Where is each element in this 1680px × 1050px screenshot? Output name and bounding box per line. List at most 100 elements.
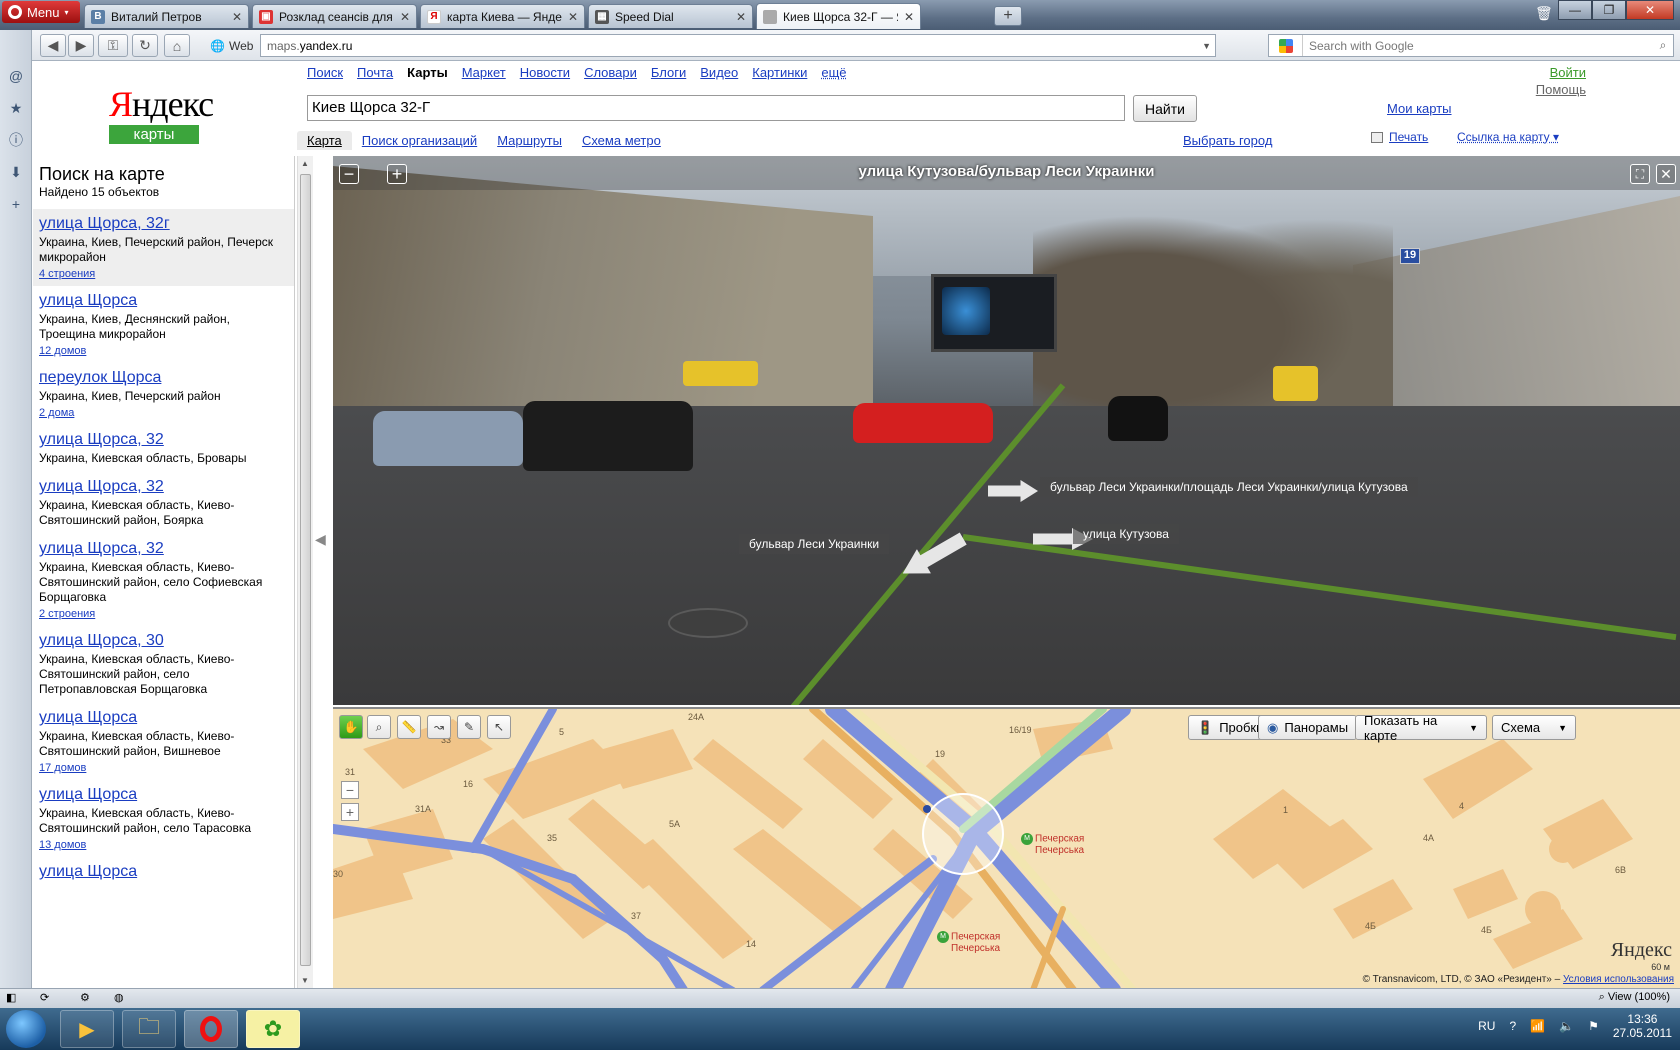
zoom-in-icon[interactable]: + — [341, 803, 359, 821]
zoom-out-icon[interactable]: − — [341, 781, 359, 799]
sync-icon[interactable]: ⟳ — [40, 991, 49, 1004]
service-market[interactable]: Маркет — [462, 65, 506, 80]
magnifier-tool-icon[interactable]: ⌕ — [367, 715, 391, 739]
results-scrollbar[interactable]: ▲ ▼ — [297, 156, 313, 988]
service-dictionaries[interactable]: Словари — [584, 65, 637, 80]
result-item[interactable]: улица Щорса — [33, 857, 294, 887]
close-tab-icon[interactable]: ✕ — [232, 10, 242, 24]
minimize-button[interactable]: — — [1558, 0, 1592, 20]
service-news[interactable]: Новости — [520, 65, 570, 80]
direction-label[interactable]: бульвар Леси Украинки/площадь Леси Украи… — [1040, 477, 1418, 497]
choose-city-link[interactable]: Выбрать город — [1183, 133, 1272, 148]
media-player-icon[interactable]: ▶ — [60, 1010, 114, 1048]
direction-label[interactable]: улица Кутузова — [1073, 524, 1179, 544]
find-button[interactable]: Найти — [1133, 95, 1197, 122]
result-item[interactable]: улица Щорса, 32г Украина, Киев, Печерски… — [33, 209, 294, 286]
forward-button[interactable]: ▶ — [68, 34, 94, 57]
service-search[interactable]: Поиск — [307, 65, 343, 80]
opera-menu-button[interactable]: Menu ▾ — [2, 1, 80, 23]
browser-tab[interactable]: В Виталий Петров ✕ — [84, 4, 249, 28]
clock[interactable]: 13:36 27.05.2011 — [1613, 1012, 1672, 1040]
close-tab-icon[interactable]: ✕ — [904, 10, 914, 24]
address-field[interactable]: maps. yandex.ru ▼ — [260, 34, 1216, 57]
result-item[interactable]: улица Щорса Украина, Киев, Деснянский ра… — [33, 286, 294, 363]
ruler-tool-icon[interactable]: 📏 — [397, 715, 421, 739]
search-icon[interactable]: ⌕ — [1653, 38, 1673, 53]
info-icon[interactable]: ⓘ — [8, 132, 24, 148]
google-engine-selector[interactable] — [1269, 35, 1303, 56]
address-dropdown-icon[interactable]: ▼ — [1202, 41, 1211, 51]
zoom-level[interactable]: ⌕ View (100%) — [1599, 991, 1670, 1004]
direction-label[interactable]: бульвар Леси Украинки — [739, 534, 890, 554]
map-type-dropdown[interactable]: Схема ▼ — [1492, 715, 1576, 740]
downloads-icon[interactable]: ⬇ — [8, 164, 24, 180]
result-item[interactable]: улица Щорса, 32 Украина, Киевская област… — [33, 425, 294, 472]
site-info-button[interactable]: 🌐 Web — [210, 34, 262, 57]
street-panorama[interactable]: 19 улица Кутузова/бульвар Леси Украинки … — [333, 156, 1680, 705]
panel-toggle-icon[interactable]: ◧ — [6, 991, 16, 1004]
help-icon[interactable]: ? — [1509, 1019, 1516, 1033]
back-button[interactable]: ◀ — [40, 34, 66, 57]
tab-map[interactable]: Карта — [297, 131, 352, 150]
metro-station[interactable]: M Печерская Печерська — [1021, 833, 1084, 856]
key-icon[interactable]: ⚿ — [98, 34, 128, 57]
turbo-icon[interactable]: ◍ — [114, 991, 124, 1004]
search-field[interactable]: Search with Google ⌕ — [1268, 34, 1674, 57]
unite-icon[interactable]: ⚙ — [80, 991, 90, 1004]
close-window-button[interactable]: ✕ — [1626, 0, 1674, 20]
zoom-in-icon[interactable]: + — [387, 164, 407, 184]
scroll-down-icon[interactable]: ▼ — [301, 976, 309, 985]
route-tool-icon[interactable]: ↝ — [427, 715, 451, 739]
label-tool-icon[interactable]: ✎ — [457, 715, 481, 739]
network-icon[interactable]: 📶 — [1530, 1019, 1545, 1033]
panoramas-button[interactable]: ◉ Панорамы — [1258, 715, 1358, 740]
close-tab-icon[interactable]: ✕ — [400, 10, 410, 24]
mail-icon[interactable]: @ — [8, 68, 24, 84]
result-item[interactable]: улица Щорса Украина, Киевская область, К… — [33, 703, 294, 780]
home-button[interactable]: ⌂ — [164, 34, 190, 57]
login-link[interactable]: Войти — [1550, 65, 1586, 80]
metro-station[interactable]: M Печерская Печерська — [937, 931, 1000, 954]
service-video[interactable]: Видео — [700, 65, 738, 80]
result-item[interactable]: переулок Щорса Украина, Киев, Печерский … — [33, 363, 294, 425]
close-tab-icon[interactable]: ✕ — [736, 10, 746, 24]
yandex-maps-logo[interactable]: Яндекс карты — [109, 85, 214, 144]
maximize-button[interactable]: ❐ — [1592, 0, 1626, 20]
close-panorama-icon[interactable]: ✕ — [1656, 164, 1676, 184]
result-item[interactable]: улица Щорса Украина, Киевская область, К… — [33, 780, 294, 857]
flag-icon[interactable]: ⚑ — [1588, 1019, 1599, 1033]
collapse-panel-icon[interactable]: ◀ — [315, 531, 326, 548]
hand-tool-icon[interactable]: ✋ — [339, 715, 363, 739]
service-more[interactable]: ещё — [821, 65, 846, 80]
result-item[interactable]: улица Щорса, 30 Украина, Киевская област… — [33, 626, 294, 703]
trash-icon[interactable]: 🗑 — [1535, 5, 1553, 22]
tab-org-search[interactable]: Поиск организаций — [352, 131, 487, 150]
search-query-input[interactable]: Киев Щорса 32-Г — [307, 95, 1125, 121]
browser-tab[interactable]: ▦ Speed Dial ✕ — [588, 4, 753, 28]
close-tab-icon[interactable]: ✕ — [568, 10, 578, 24]
zoom-out-icon[interactable]: − — [339, 164, 359, 184]
browser-tab-active[interactable]: Киев Щорса 32-Г — Я...✕ — [756, 3, 921, 29]
select-tool-icon[interactable]: ↖ — [487, 715, 511, 739]
opera-taskbar-icon[interactable] — [184, 1010, 238, 1048]
add-panel-icon[interactable]: + — [8, 196, 24, 212]
icq-icon[interactable]: ✿ — [246, 1010, 300, 1048]
result-item[interactable]: улица Щорса, 32 Украина, Киевская област… — [33, 472, 294, 534]
service-images[interactable]: Картинки — [752, 65, 807, 80]
reload-button[interactable]: ↻ — [132, 34, 158, 57]
print-link[interactable]: Печать — [1371, 130, 1428, 144]
map-view[interactable]: 24А 5 33 16/19 19 31 16 31А 35 5А 1 4 4А… — [333, 707, 1680, 988]
browser-tab[interactable]: Якарта Киева — Яндекс....✕ — [420, 4, 585, 28]
result-item[interactable]: улица Щорса, 32 Украина, Киевская област… — [33, 534, 294, 626]
map-link-dropdown[interactable]: Ссылка на карту ▾ — [1457, 130, 1559, 144]
service-maps[interactable]: Карты — [407, 65, 448, 80]
show-on-map-dropdown[interactable]: Показать на карте ▼ — [1355, 713, 1487, 743]
fullscreen-icon[interactable]: ⛶ — [1630, 164, 1650, 184]
help-link[interactable]: Помощь — [1536, 82, 1586, 97]
scrollbar-thumb[interactable] — [300, 174, 311, 966]
browser-tab[interactable]: ▣Розклад сеансів для ф...✕ — [252, 4, 417, 28]
explorer-icon[interactable]: 🗀 — [122, 1010, 176, 1048]
service-blogs[interactable]: Блоги — [651, 65, 686, 80]
scroll-up-icon[interactable]: ▲ — [301, 159, 309, 168]
new-tab-button[interactable]: + — [994, 6, 1022, 26]
